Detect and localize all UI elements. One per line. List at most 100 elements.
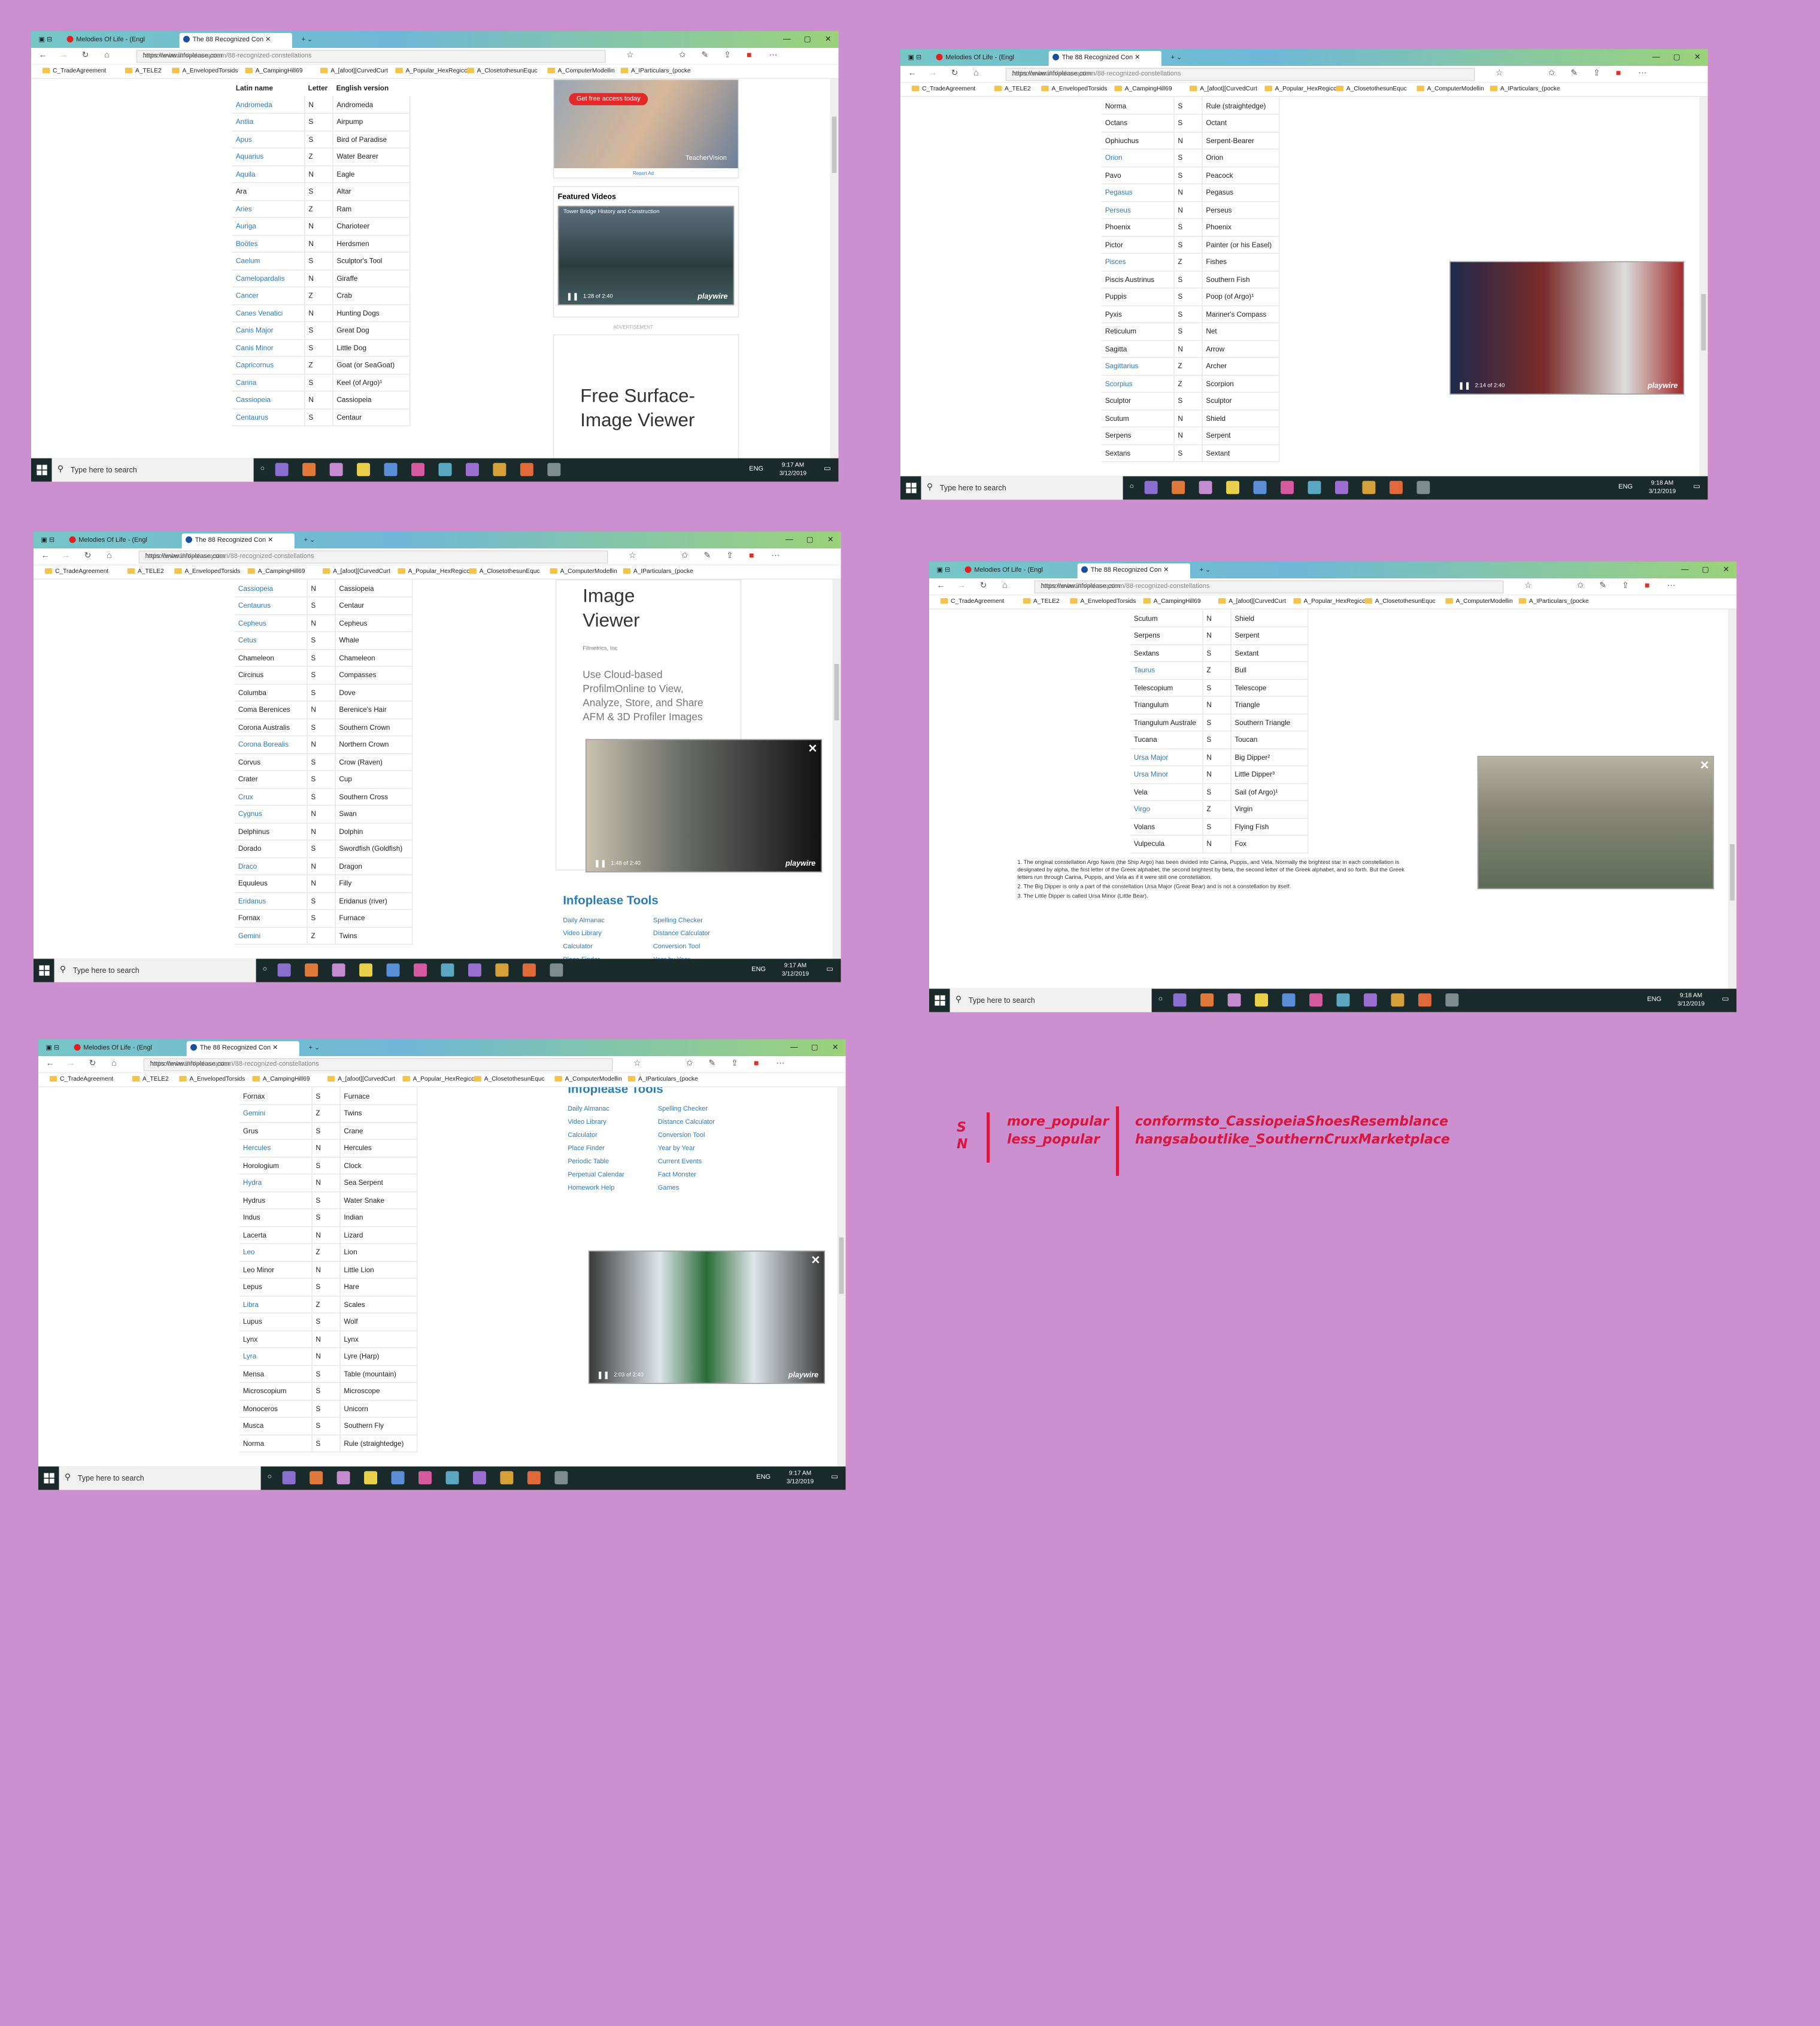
bookmark-item[interactable]: A_TELE2 — [125, 68, 162, 74]
taskbar-app-icon[interactable] — [418, 1471, 432, 1485]
new-tab-button[interactable]: + ⌄ — [305, 1041, 333, 1056]
favorite-icon[interactable]: ☆ — [1496, 68, 1503, 78]
minimize-icon[interactable]: — — [784, 1039, 804, 1056]
latin-name[interactable]: Aquila — [232, 165, 305, 183]
favorite-icon[interactable]: ☆ — [629, 550, 636, 560]
language-indicator[interactable]: ENG — [1647, 996, 1661, 1003]
latin-name[interactable]: Cepheus — [234, 614, 307, 632]
favorites-icon[interactable]: ✩ — [1548, 68, 1555, 78]
minimize-icon[interactable]: — — [776, 31, 797, 48]
favorites-icon[interactable]: ✩ — [686, 1058, 693, 1068]
tool-link[interactable]: Games — [658, 1185, 715, 1198]
bookmark-item[interactable]: A_CampingHill69 — [253, 1076, 310, 1082]
tab-constellations[interactable]: The 88 Recognized Con ✕ — [1077, 563, 1190, 579]
notification-icon[interactable]: ▭ — [824, 464, 831, 472]
tool-link[interactable]: Distance Calculator — [653, 930, 710, 944]
favorite-icon[interactable]: ☆ — [626, 50, 634, 60]
bookmark-item[interactable]: A_EnvelopedTorsids — [179, 1076, 245, 1082]
bookmark-item[interactable]: A_EnvelopedTorsids — [1041, 86, 1107, 92]
latin-name[interactable]: Draco — [234, 857, 307, 875]
taskbar-app-icon[interactable] — [1144, 481, 1158, 495]
taskbar-app-icon[interactable] — [357, 463, 371, 477]
tool-link[interactable]: Current Events — [658, 1158, 715, 1172]
taskbar-app-icon[interactable] — [414, 963, 427, 977]
taskbar-search[interactable]: Type here to search — [54, 959, 256, 982]
close-icon[interactable]: ✕ — [818, 31, 838, 48]
maximize-icon[interactable]: ▢ — [799, 532, 820, 548]
taskbar-search[interactable]: Type here to search — [51, 458, 254, 482]
taskbar-app-icon[interactable] — [1362, 481, 1376, 495]
more-icon[interactable]: ⋯ — [1638, 68, 1646, 78]
maximize-icon[interactable]: ▢ — [1666, 49, 1686, 66]
taskbar-app-icon[interactable] — [302, 463, 316, 477]
more-icon[interactable]: ⋯ — [776, 1058, 784, 1068]
tool-link[interactable]: Daily Almanac — [563, 917, 620, 930]
taskbar-app-icon[interactable] — [384, 463, 398, 477]
favorites-icon[interactable]: ✩ — [1577, 580, 1584, 590]
taskbar-app-icon[interactable] — [332, 963, 345, 977]
tab-constellations[interactable]: The 88 Recognized Con ✕ — [179, 33, 292, 48]
close-icon[interactable]: ✕ — [820, 532, 841, 548]
notification-icon[interactable]: ▭ — [1693, 482, 1700, 490]
notification-icon[interactable]: ▭ — [831, 1472, 838, 1481]
scrollbar-thumb[interactable] — [1701, 294, 1706, 351]
scrollbar-thumb[interactable] — [839, 1237, 844, 1294]
bookmark-item[interactable]: C_TradeAgreement — [43, 68, 106, 74]
latin-name[interactable]: Cetus — [234, 631, 307, 650]
taskbar-app-icon[interactable] — [1389, 481, 1403, 495]
new-tab-button[interactable]: + ⌄ — [300, 533, 328, 548]
latin-name[interactable]: Cygnus — [234, 805, 307, 823]
taskbar-search[interactable]: Type here to search — [950, 988, 1152, 1012]
tool-link[interactable]: Year by Year — [658, 1145, 715, 1158]
bookmark-item[interactable]: A_EnvelopedTorsids — [174, 568, 240, 575]
taskbar-app-icon[interactable] — [1226, 481, 1240, 495]
surface-viewer-ad[interactable]: Free Surface-Image Viewer — [553, 334, 739, 459]
scrollbar[interactable] — [1728, 609, 1737, 989]
taskbar-app-icon[interactable] — [310, 1471, 323, 1485]
language-indicator[interactable]: ENG — [756, 1474, 771, 1481]
latin-name[interactable]: Gemini — [234, 927, 307, 945]
tool-link[interactable]: Spelling Checker — [653, 917, 710, 930]
refresh-icon[interactable]: ↻ — [951, 68, 958, 78]
taskbar-app-icon[interactable] — [364, 1471, 378, 1485]
scrollbar-thumb[interactable] — [834, 664, 839, 721]
bookmark-item[interactable]: A_ComputerModellin — [550, 568, 617, 575]
pause-icon[interactable]: ❚❚ — [1458, 381, 1470, 390]
minimize-icon[interactable]: — — [779, 532, 799, 548]
tool-link[interactable]: Calculator — [568, 1132, 624, 1145]
tool-link[interactable]: Conversion Tool — [658, 1132, 715, 1145]
taskbar-app-icon[interactable] — [445, 1471, 459, 1485]
latin-name[interactable]: Eridanus — [234, 892, 307, 910]
maximize-icon[interactable]: ▢ — [1695, 562, 1715, 578]
bookmark-item[interactable]: A_TELE2 — [132, 1076, 169, 1082]
bookmark-item[interactable]: A_ComputerModellin — [547, 68, 615, 74]
forward-icon[interactable]: → — [929, 68, 937, 77]
windows-start-icon[interactable] — [906, 483, 917, 493]
scrollbar[interactable] — [1699, 96, 1708, 477]
cortana-icon[interactable]: ○ — [268, 1472, 272, 1481]
bookmark-item[interactable]: A_IParticulars_(pocke — [623, 568, 693, 575]
pause-icon[interactable]: ❚❚ — [566, 292, 579, 301]
bookmark-item[interactable]: A_[afoot][CurvedCurt — [1218, 598, 1286, 605]
taskbar-app-icon[interactable] — [1253, 481, 1267, 495]
scrollbar[interactable] — [832, 579, 841, 959]
bookmark-item[interactable]: A_EnvelopedTorsids — [172, 68, 238, 74]
taskbar-app-icon[interactable] — [1308, 481, 1321, 495]
bookmark-item[interactable]: A_[afoot][CurvedCurt — [320, 68, 388, 74]
back-icon[interactable]: ← — [937, 580, 945, 590]
scrollbar[interactable] — [830, 78, 839, 459]
taskbar-app-icon[interactable] — [1334, 481, 1348, 495]
taskbar-app-icon[interactable] — [1336, 993, 1350, 1007]
minimize-icon[interactable]: — — [1675, 562, 1695, 578]
featured-video-player[interactable]: ❚❚ 1:28 of 2:40 playwire — [557, 205, 735, 305]
favorite-icon[interactable]: ☆ — [633, 1058, 641, 1068]
bookmark-item[interactable]: A_[afoot][CurvedCurt — [1190, 86, 1257, 92]
address-bar[interactable]: https://www.infoplease.com/science-healt… — [138, 550, 608, 564]
taskbar-app-icon[interactable] — [1418, 993, 1431, 1007]
taskbar-app-icon[interactable] — [465, 463, 479, 477]
floating-video-player[interactable]: ✕ ❚❚ 2:03 of 2:40 playwire — [588, 1250, 825, 1384]
favorites-icon[interactable]: ✩ — [679, 50, 686, 60]
bookmark-item[interactable]: C_TradeAgreement — [912, 86, 975, 92]
cortana-icon[interactable]: ○ — [1158, 994, 1163, 1003]
tab-melodies[interactable]: Melodies Of Life - (Engl — [63, 33, 175, 48]
